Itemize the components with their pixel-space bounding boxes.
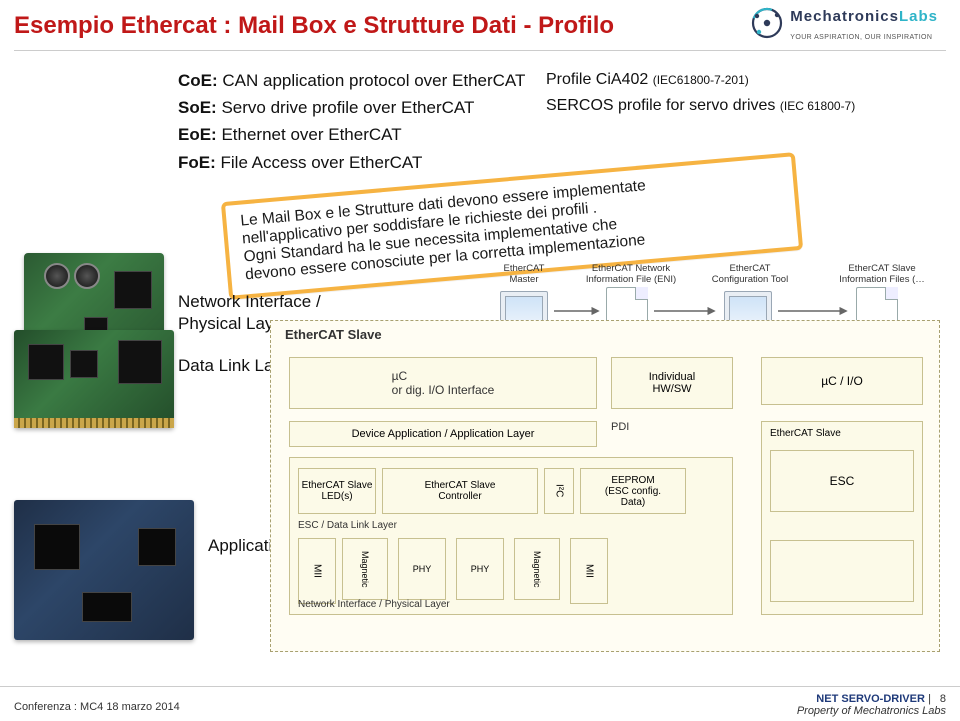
- esi-label: EtherCAT SlaveInformation Files (…: [822, 263, 942, 285]
- logo-icon: [750, 6, 784, 45]
- page-footer: Conferenza : MC4 18 marzo 2014 NET SERVO…: [0, 686, 960, 721]
- esc-small-title: EtherCAT Slave: [770, 428, 841, 439]
- pcb-image-application: [14, 500, 194, 640]
- protocol-definitions: CoE: CAN application protocol over Ether…: [178, 67, 525, 176]
- uc-block: µCor dig. I/O Interface: [289, 357, 597, 409]
- esc-outer-block: EtherCAT SlaveLED(s) EtherCAT SlaveContr…: [289, 457, 733, 615]
- brand-logo: MechatronicsLabs YOUR ASPIRATION, OUR IN…: [750, 6, 938, 45]
- logo-text: MechatronicsLabs: [790, 8, 938, 25]
- leds-block: EtherCAT SlaveLED(s): [298, 468, 376, 514]
- pdi-label: PDI: [611, 421, 629, 433]
- phy-right-block: PHY: [456, 538, 504, 600]
- magnetic-left-block: Magnetic: [342, 538, 388, 600]
- hw-block: IndividualHW/SW: [611, 357, 733, 409]
- divider: [14, 50, 946, 51]
- pcb-image-datalink: [14, 330, 174, 428]
- esc-bottom-block: [770, 540, 914, 602]
- controller-block: EtherCAT SlaveController: [382, 468, 538, 514]
- eni-label: EtherCAT NetworkInformation File (ENI): [576, 263, 686, 285]
- mii-left-block: MII: [298, 538, 336, 604]
- slave-title: EtherCAT Slave: [285, 327, 382, 342]
- master-label: EtherCATMaster: [484, 263, 564, 285]
- devapp-block: Device Application / Application Layer: [289, 421, 597, 447]
- i2c-block: I²C: [544, 468, 574, 514]
- esc-inner-block: ESC: [770, 450, 914, 512]
- config-tool-label: EtherCATConfiguration Tool: [700, 263, 800, 285]
- eeprom-block: EEPROM(ESC config.Data): [580, 468, 686, 514]
- uc-io-block: µC / I/O: [761, 357, 923, 405]
- magnetic-right-block: Magnetic: [514, 538, 560, 600]
- footer-left: Conferenza : MC4 18 marzo 2014: [14, 701, 180, 713]
- nipl-label: Network Interface / Physical Layer: [298, 599, 450, 610]
- profile-list: Profile CiA402 (IEC61800-7-201) SERCOS p…: [546, 67, 855, 118]
- esc-small-block: EtherCAT Slave ESC: [761, 421, 923, 615]
- mii-right-block: MII: [570, 538, 608, 604]
- esc-dll-label: ESC / Data Link Layer: [298, 520, 397, 531]
- phy-left-block: PHY: [398, 538, 446, 600]
- logo-tagline: YOUR ASPIRATION, OUR INSPIRATION: [790, 34, 932, 41]
- ethercat-slave-diagram: EtherCAT Slave µCor dig. I/O Interface I…: [270, 320, 940, 652]
- footer-right: NET SERVO-DRIVER | 8 Property of Mechatr…: [797, 693, 946, 717]
